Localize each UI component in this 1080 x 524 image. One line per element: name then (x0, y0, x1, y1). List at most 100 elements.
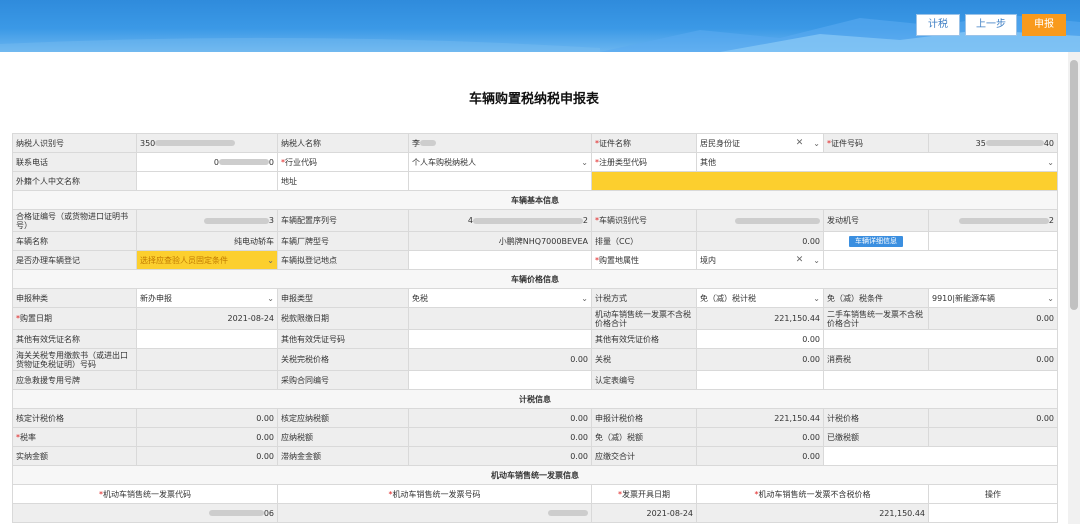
payable-tax-label: 应纳税额 (277, 427, 409, 447)
taxpayer-id-label: 纳税人识别号 (12, 133, 137, 153)
cert-no-field[interactable]: 35 40 (928, 133, 1058, 153)
section-title: 机动车销售统一发票信息 (12, 465, 1058, 485)
operation-cell[interactable] (928, 503, 1058, 523)
form-row: 申报种类 新办申报 ⌄ 申报类型 免税 ⌄ 计税方式 免（减）税计税 ⌄ 免（减）税条… (12, 288, 1058, 308)
empty-cell (928, 231, 1058, 251)
taxpayer-id-field[interactable]: 350 (136, 133, 278, 153)
cert-number-field[interactable]: 3 (136, 209, 278, 232)
redacted-blur (218, 159, 269, 165)
tax-deadline-value[interactable] (408, 307, 592, 330)
tax-deadline-label: 税款限缴日期 (277, 307, 409, 330)
invoice-number-value[interactable] (277, 503, 592, 523)
customs-no-input[interactable] (136, 348, 278, 371)
chevron-down-icon: ⌄ (581, 157, 588, 167)
chevron-down-icon: ⌄ (581, 293, 588, 303)
exempt-cond-select[interactable]: 9910|新能源车辆 ⌄ (928, 288, 1058, 308)
cert-number-label: 合格证编号（或货物进口证明书号） (12, 209, 137, 232)
taxpayer-id-value: 350 (140, 138, 156, 148)
tariff-value[interactable]: 0.00 (696, 348, 824, 371)
purchase-date-label: *购置日期 (12, 307, 137, 330)
scrollbar-thumb[interactable] (1070, 60, 1078, 310)
purchase-date-value[interactable]: 2021-08-24 (136, 307, 278, 330)
section-vehicle-basic: 车辆基本信息 (12, 190, 1058, 210)
vehicle-name-value[interactable]: 纯电动轿车 (136, 231, 278, 251)
vehicle-model-label: 车辆厂牌型号 (277, 231, 409, 251)
form-row: 纳税人识别号 350 纳税人名称 李 *证件名称 居民身份证 ⌄ ✕ *证件号码 3… (12, 133, 1058, 153)
displacement-value[interactable]: 0.00 (696, 231, 824, 251)
invoice-price-value[interactable]: 221,150.44 (696, 503, 929, 523)
foreign-name-label: 外籍个人中文名称 (12, 171, 137, 191)
declare-kind-label: 申报类型 (277, 288, 409, 308)
invoice-price-header: *机动车销售统一发票不含税价格 (696, 484, 929, 504)
address-label: 地址 (277, 171, 409, 191)
payable-tax-value: 0.00 (408, 427, 592, 447)
calc-tax-button[interactable]: 计税 (916, 14, 960, 36)
empty-cell (823, 329, 1058, 349)
other-cert-no-input[interactable] (408, 329, 592, 349)
contract-no-input[interactable] (408, 370, 592, 390)
approval-no-input[interactable] (696, 370, 824, 390)
other-cert-price-value[interactable]: 0.00 (696, 329, 824, 349)
registered-select[interactable]: 选择应查验人员固定条件 ⌄ (136, 250, 278, 270)
form-row: 其他有效凭证名称 其他有效凭证号码 其他有效凭证价格 0.00 (12, 329, 1058, 349)
consumption-tax-value[interactable]: 0.00 (928, 348, 1058, 371)
tax-method-select[interactable]: 免（减）税计税 ⌄ (696, 288, 824, 308)
cert-no-label: *证件号码 (823, 133, 929, 153)
clear-icon[interactable]: ✕ (796, 138, 804, 148)
used-price-value[interactable]: 0.00 (928, 307, 1058, 330)
section-title: 车辆价格信息 (12, 269, 1058, 289)
invoice-price-label: 机动车销售统一发票不含税价格合计 (591, 307, 697, 330)
declare-kind-select[interactable]: 免税 ⌄ (408, 288, 592, 308)
redacted-blur (735, 217, 820, 224)
form-row: 车辆名称 纯电动轿车 车辆厂牌型号 小鹏牌NHQ7000BEVEA 排量（CC）… (12, 231, 1058, 251)
late-fee-value: 0.00 (408, 446, 592, 466)
registered-label: 是否办理车辆登记 (12, 250, 137, 270)
redacted-blur (985, 140, 1044, 146)
redacted-blur (548, 510, 588, 516)
displacement-label: 排量（CC） (591, 231, 697, 251)
vin-field[interactable] (696, 209, 824, 232)
config-seq-label: 车辆配置序列号 (277, 209, 409, 232)
invoice-price-value[interactable]: 221,150.44 (696, 307, 824, 330)
submit-button[interactable]: 申报 (1022, 14, 1066, 36)
vehicle-detail-button[interactable]: 车辆详细信息 (849, 235, 903, 247)
form-row: 海关关税专用缴款书（或进出口货物证免税证明）号码 关税完税价格 0.00 关税 … (12, 348, 1058, 371)
chevron-down-icon: ⌄ (267, 293, 274, 303)
other-cert-no-label: 其他有效凭证号码 (277, 329, 409, 349)
approved-tax-label: 核定应纳税额 (277, 408, 409, 428)
config-seq-field[interactable]: 42 (408, 209, 592, 232)
taxpayer-name-label: 纳税人名称 (277, 133, 409, 153)
invoice-number-header: *机动车销售统一发票号码 (277, 484, 592, 504)
vehicle-detail-cell: 车辆详细信息 (823, 231, 929, 251)
tax-price-label: 计税价格 (823, 408, 929, 428)
vehicle-model-value[interactable]: 小鹏牌NHQ7000BEVEA (408, 231, 592, 251)
previous-step-button[interactable]: 上一步 (965, 14, 1017, 36)
phone-field[interactable]: 00 (136, 152, 278, 172)
section-title: 车辆基本信息 (12, 190, 1058, 210)
industry-select[interactable]: 个人车购税纳税人 ⌄ (408, 152, 592, 172)
invoice-code-value[interactable]: 06 (12, 503, 278, 523)
declare-type-select[interactable]: 新办申报 ⌄ (136, 288, 278, 308)
declare-type-label: 申报种类 (12, 288, 137, 308)
purchase-attr-select[interactable]: 境内 ⌄ ✕ (696, 250, 824, 270)
address-input[interactable] (591, 171, 1058, 191)
reg-place-input[interactable] (408, 250, 592, 270)
cert-name-select[interactable]: 居民身份证 ⌄ ✕ (696, 133, 824, 153)
reg-type-select[interactable]: 其他 ⌄ (696, 152, 1058, 172)
late-fee-label: 滞纳金金额 (277, 446, 409, 466)
taxpayer-name-field[interactable]: 李 (408, 133, 592, 153)
rescue-plate-input[interactable] (136, 370, 278, 390)
paid-tax-label: 已缴税额 (823, 427, 929, 447)
invoice-date-value[interactable]: 2021-08-24 (591, 503, 697, 523)
other-cert-name-input[interactable] (136, 329, 278, 349)
purchase-attr-label: *购置地属性 (591, 250, 697, 270)
address-spacer (408, 171, 592, 191)
engine-field[interactable]: 2 (928, 209, 1058, 232)
redacted-blur (155, 140, 236, 146)
empty-cell (823, 250, 1058, 270)
foreign-name-input[interactable] (136, 171, 278, 191)
form-row: 外籍个人中文名称 地址 (12, 171, 1058, 191)
chevron-down-icon: ⌄ (1047, 157, 1054, 167)
clear-icon[interactable]: ✕ (796, 255, 804, 265)
customs-price-value[interactable]: 0.00 (408, 348, 592, 371)
